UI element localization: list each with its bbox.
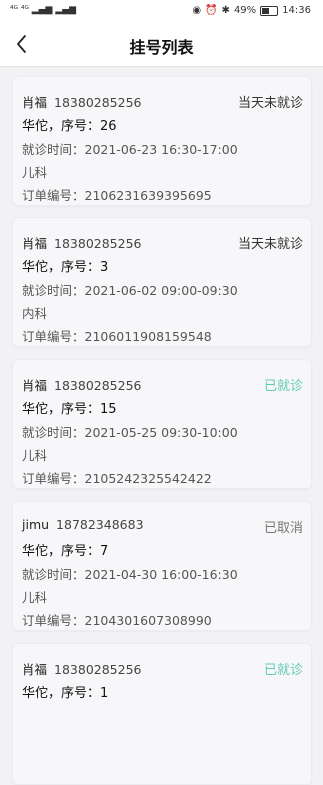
doctor-queue: 华佗，序号：7 (22, 544, 109, 559)
patient-line: 肖福 18380285256 (22, 659, 142, 678)
patient-name: 肖福 (22, 236, 48, 251)
patient-line: 肖福 18380285256 (22, 233, 142, 252)
patient-name: jimu (22, 517, 50, 532)
battery-fill (262, 7, 270, 14)
patient-name: 肖福 (22, 378, 48, 393)
department: 儿科 (22, 590, 48, 605)
order-number: 订单编号：2104301607308990 (22, 613, 212, 628)
signal-icon: ⁴ᴳ ⁴ᴳ ▂▄▆ ▂▄▆ (10, 5, 77, 15)
department: 内科 (22, 306, 48, 321)
doctor-queue: 华佗，序号：3 (22, 260, 109, 275)
visit-status-badge: 已取消 (263, 521, 303, 536)
patient-line: 肖福 18380285256 (22, 375, 142, 394)
clock: 14:36 (282, 5, 311, 16)
visit-status-badge: 已就诊 (263, 379, 303, 394)
order-number: 订单编号：2105242325542422 (22, 471, 212, 486)
department: 儿科 (22, 448, 48, 463)
patient-phone: 18380285256 (54, 378, 142, 393)
order-card[interactable]: 肖福 18380285256 已就诊华佗，序号：15 就诊时间：2021-05-25 … (12, 359, 312, 489)
signal-indicators: ⁴ᴳ ⁴ᴳ ▂▄▆ ▂▄▆ (10, 5, 76, 15)
battery-icon (260, 5, 279, 16)
order-card[interactable]: 肖福 18380285256 当天未就诊华佗，序号：26 就诊时间：2021-06-2… (12, 76, 312, 206)
visit-status-badge: 当天未就诊 (237, 96, 303, 111)
patient-line: jimu 18782348683 (22, 517, 144, 532)
visit-time: 就诊时间：2021-06-02 09:00-09:30 (22, 283, 238, 298)
patient-line: 肖福 18380285256 (22, 92, 142, 111)
order-card[interactable]: 肖福 18380285256 当天未就诊华佗，序号：3 就诊时间：2021-06-02… (12, 217, 312, 347)
doctor-queue: 华佗，序号：1 (22, 686, 109, 701)
order-number: 订单编号：2106231639395695 (22, 188, 212, 203)
doctor-queue: 华佗，序号：15 (22, 402, 117, 417)
department: 儿科 (22, 165, 48, 180)
visit-time: 就诊时间：2021-04-30 16:00-16:30 (22, 567, 238, 582)
order-card[interactable]: 肖福 18380285256 已就诊华佗，序号：1 (12, 643, 312, 785)
patient-phone: 18380285256 (54, 236, 142, 251)
patient-phone: 18782348683 (56, 517, 144, 532)
order-number: 订单编号：2106011908159548 (22, 329, 212, 344)
page-title: 挂号列表 (129, 38, 194, 57)
patient-name: 肖福 (22, 95, 48, 110)
patient-phone: 18380285256 (54, 662, 142, 677)
visit-time: 就诊时间：2021-06-23 16:30-17:00 (22, 142, 238, 157)
visit-time: 就诊时间：2021-05-25 09:30-10:00 (22, 425, 238, 440)
alarm-icon: ⏰ (205, 5, 218, 16)
doctor-queue: 华佗，序号：26 (22, 119, 117, 134)
nav-bar: 挂号列表 (0, 24, 323, 67)
bluetooth-icon: ✱ (221, 5, 230, 16)
visit-status-badge: 已就诊 (263, 663, 303, 678)
status-bar: ⁴ᴳ ⁴ᴳ ▂▄▆ ▂▄▆ ◉ ⏰ ✱ 49% 14:36 (0, 0, 323, 24)
status-icons: ◉ ⏰ ✱ 49% 14:36 (192, 5, 311, 16)
battery-percent: 49% (233, 5, 257, 16)
order-card[interactable]: jimu 18782348683 已取消华佗，序号：7 就诊时间：2021-04-30… (12, 501, 312, 631)
visit-status-badge: 当天未就诊 (237, 237, 303, 252)
patient-name: 肖福 (22, 662, 48, 677)
eye-icon: ◉ (192, 5, 202, 16)
patient-phone: 18380285256 (54, 95, 142, 110)
